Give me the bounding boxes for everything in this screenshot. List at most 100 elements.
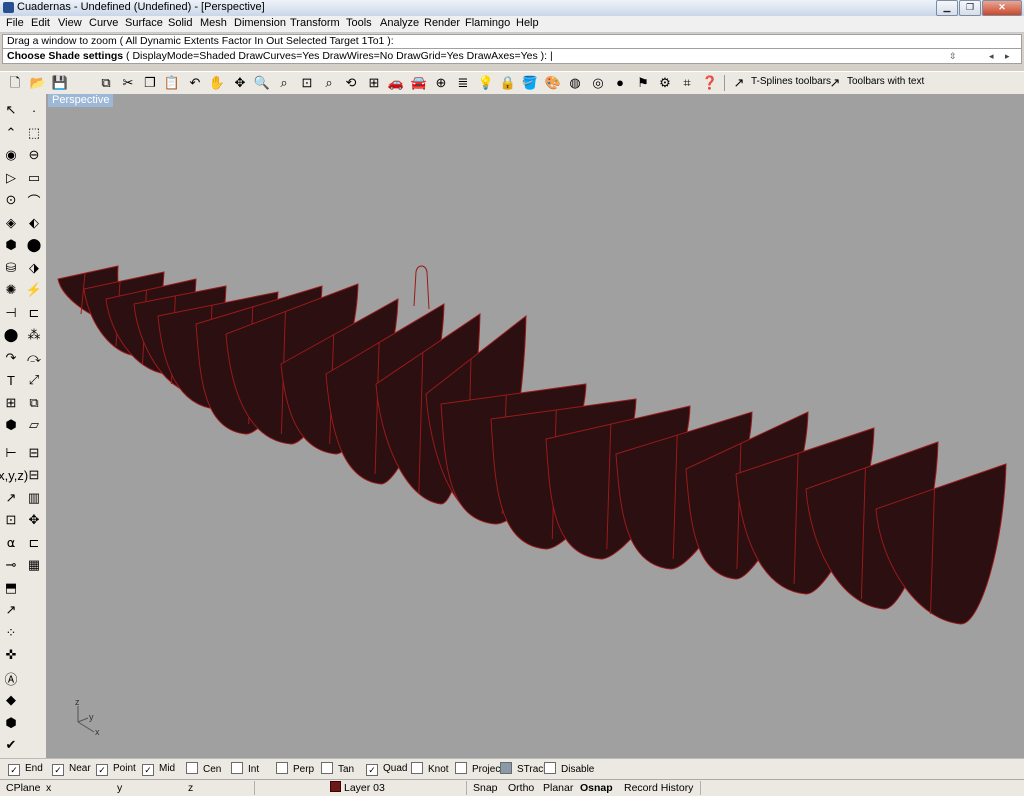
orient-icon[interactable]: Ⓐ xyxy=(1,668,21,688)
menu-surface[interactable]: Surface xyxy=(125,17,163,29)
menu-curve[interactable]: Curve xyxy=(89,17,118,29)
zoom-window-icon[interactable]: ⌕ xyxy=(275,74,293,92)
history-icon[interactable]: ⍺ xyxy=(1,533,21,553)
split-icon[interactable]: ⚡ xyxy=(24,280,44,300)
menu-help[interactable]: Help xyxy=(516,17,539,29)
osnap-perp-checkbox[interactable] xyxy=(276,762,288,774)
text-tool-icon[interactable]: T xyxy=(1,370,21,390)
osnap-near[interactable]: ✓ Near xyxy=(52,762,91,776)
rainbow-analysis-icon[interactable]: ◆ xyxy=(1,690,21,710)
ortho-toggle[interactable]: Ortho xyxy=(508,781,534,795)
osnap-cen[interactable]: Cen xyxy=(186,762,221,776)
menu-edit[interactable]: Edit xyxy=(31,17,50,29)
flow-icon[interactable]: ⊏ xyxy=(24,533,44,553)
osnap-strack-checkbox[interactable] xyxy=(500,762,512,774)
stem-curve[interactable] xyxy=(413,265,430,310)
group-icon[interactable]: ⁂ xyxy=(24,325,44,345)
zoom-extents-icon[interactable]: ⊡ xyxy=(298,74,316,92)
osnap-knot[interactable]: Knot xyxy=(411,762,449,776)
arc-icon[interactable]: ⊙ xyxy=(1,190,21,210)
gear-icon[interactable]: ⚙ xyxy=(656,74,674,92)
offset-icon[interactable]: ↷ xyxy=(1,348,21,368)
osnap-tan[interactable]: Tan xyxy=(321,762,354,776)
blend-icon[interactable]: ⤼ xyxy=(24,348,44,368)
copy-icon[interactable]: ⧉ xyxy=(97,74,115,92)
zoom-icon[interactable]: 🔍 xyxy=(253,74,271,92)
loft-icon[interactable]: ⬖ xyxy=(24,213,44,233)
mirror-icon[interactable]: ⧉ xyxy=(24,393,44,413)
gear-tools-icon[interactable]: ✺ xyxy=(1,280,21,300)
zebra-icon[interactable]: ▦ xyxy=(24,555,44,575)
osnap-mid[interactable]: ✓ Mid xyxy=(142,762,175,776)
perspective-viewport[interactable]: Perspective z y x xyxy=(46,94,1024,758)
color-wheel-icon[interactable]: 🎨 xyxy=(544,74,562,92)
osnap-cen-checkbox[interactable] xyxy=(186,762,198,774)
dimension-icon[interactable]: ⊢ xyxy=(1,443,21,463)
osnap-point-checkbox[interactable]: ✓ xyxy=(96,764,108,776)
osnap-knot-checkbox[interactable] xyxy=(411,762,423,774)
linear-dim-icon[interactable]: ⊟ xyxy=(24,443,44,463)
cylinder-icon[interactable]: ⛁ xyxy=(1,258,21,278)
command-prompt[interactable]: Choose Shade settings ( DisplayMode=Shad… xyxy=(2,48,1022,64)
target-icon[interactable]: ⊕ xyxy=(432,74,450,92)
pan-hand-icon[interactable]: ✋ xyxy=(208,74,226,92)
snap-toggle[interactable]: Snap xyxy=(473,781,498,795)
sphere-wire-icon[interactable]: ◍ xyxy=(566,74,584,92)
curve-analysis-icon[interactable]: ▥ xyxy=(24,488,44,508)
move-icon[interactable]: ✥ xyxy=(231,74,249,92)
polyline-icon[interactable]: ⌃ xyxy=(1,123,21,143)
restore-icon[interactable]: ❐ xyxy=(959,0,981,16)
menu-view[interactable]: View xyxy=(58,17,82,29)
xyz-coords-icon[interactable]: (x,y,z) xyxy=(0,465,28,485)
plane-icon[interactable]: ▱ xyxy=(24,415,44,435)
current-layer[interactable]: Layer 03 xyxy=(330,781,385,795)
toolbars-text-icon[interactable]: ↗ xyxy=(826,74,844,92)
menu-flamingo[interactable]: Flamingo xyxy=(465,17,510,29)
menu-mesh[interactable]: Mesh xyxy=(200,17,227,29)
menu-dimension[interactable]: Dimension xyxy=(234,17,286,29)
scale-icon[interactable]: ⤢ xyxy=(24,370,44,390)
paint-bucket-icon[interactable]: 🪣 xyxy=(521,74,539,92)
close-icon[interactable]: ✕ xyxy=(982,0,1022,16)
osnap-perp[interactable]: Perp xyxy=(276,762,314,776)
polygon-icon[interactable]: ▷ xyxy=(1,168,21,188)
osnap-end-checkbox[interactable]: ✓ xyxy=(8,764,20,776)
flag-icon[interactable]: ⚑ xyxy=(634,74,652,92)
menu-solid[interactable]: Solid xyxy=(168,17,192,29)
osnap-end[interactable]: ✓ End xyxy=(8,762,43,776)
rotate-view-icon[interactable]: ⟲ xyxy=(342,74,360,92)
curve-cv-icon[interactable]: ⬚ xyxy=(24,123,44,143)
osnap-mid-checkbox[interactable]: ✓ xyxy=(142,764,154,776)
menu-render[interactable]: Render xyxy=(424,17,460,29)
osnap-quad[interactable]: ✓ Quad xyxy=(366,762,407,776)
solid-cube-icon[interactable]: ⬢ xyxy=(1,415,21,435)
menu-transform[interactable]: Transform xyxy=(290,17,340,29)
menu-file[interactable]: File xyxy=(6,17,24,29)
box-icon[interactable]: ⬢ xyxy=(1,235,21,255)
car-wire-icon[interactable]: 🚘 xyxy=(410,74,428,92)
help-icon[interactable]: ❓ xyxy=(701,74,719,92)
blue-sphere-icon[interactable]: ● xyxy=(611,74,629,92)
fillet-icon[interactable]: ⌒ xyxy=(24,190,44,210)
osnap-strack[interactable]: STrack xyxy=(500,762,548,776)
lock-icon[interactable]: 🔒 xyxy=(499,74,517,92)
dot-icon[interactable]: ⁘ xyxy=(1,623,21,643)
osnap-tan-checkbox[interactable] xyxy=(321,762,333,774)
undo-icon[interactable]: ↶ xyxy=(186,74,204,92)
planar-toggle[interactable]: Planar xyxy=(543,781,573,795)
snap-grid-icon[interactable]: ✥ xyxy=(24,510,44,530)
open-folder-icon[interactable]: 📂 xyxy=(29,74,47,92)
record-history-toggle[interactable]: Record History xyxy=(624,781,693,795)
osnap-quad-checkbox[interactable]: ✓ xyxy=(366,764,378,776)
osnap-toggle[interactable]: Osnap xyxy=(580,781,613,795)
command-prompt-options[interactable]: ( DisplayMode=Shaded DrawCurves=Yes Draw… xyxy=(126,50,547,62)
osnap-disable-checkbox[interactable] xyxy=(544,762,556,774)
render-cube-icon[interactable]: ⬢ xyxy=(1,713,21,733)
network-icon[interactable]: ⌗ xyxy=(678,74,696,92)
bounding-box-icon[interactable]: ⊡ xyxy=(1,510,21,530)
trim-icon[interactable]: ⊣ xyxy=(1,303,21,323)
new-file-icon[interactable]: 🗋 xyxy=(6,74,24,92)
menu-analyze[interactable]: Analyze xyxy=(380,17,419,29)
checkmark-icon[interactable]: ✔ xyxy=(1,735,21,755)
surface-icon[interactable]: ◈ xyxy=(1,213,21,233)
